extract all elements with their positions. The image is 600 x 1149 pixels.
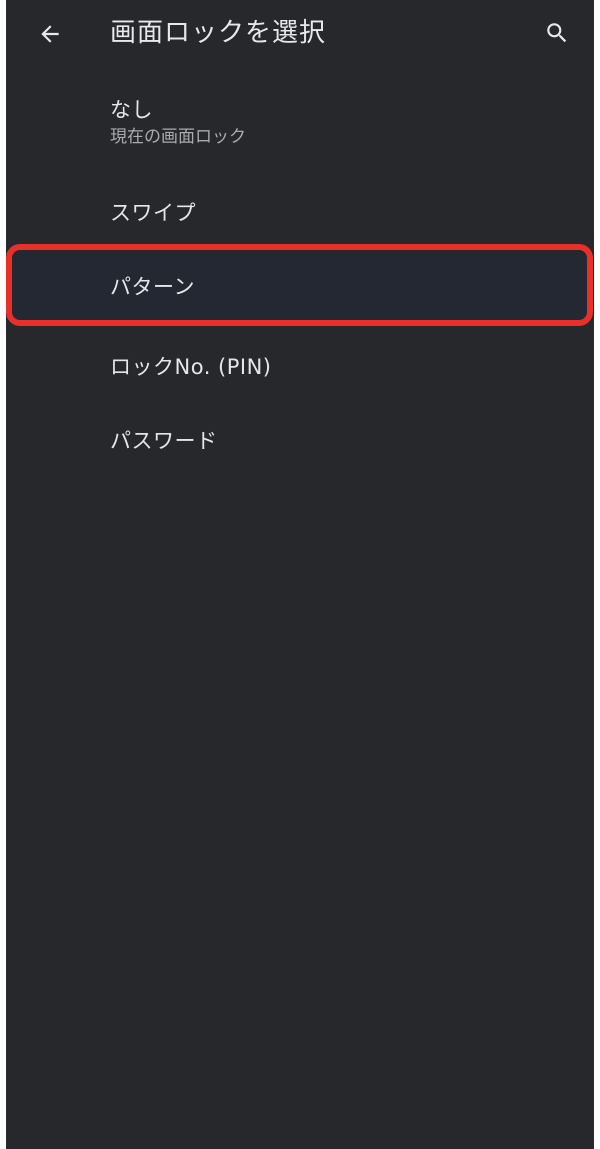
option-pin-label: ロックNo. (PIN) <box>110 355 272 379</box>
option-none-summary: 現在の画面ロック <box>110 127 246 147</box>
option-pattern-label: パターン <box>110 275 195 299</box>
option-pin[interactable]: ロックNo. (PIN) <box>6 340 594 396</box>
search-button[interactable] <box>537 13 577 53</box>
option-none[interactable]: なし 現在の画面ロック <box>6 86 594 162</box>
arrow-left-icon <box>41 25 59 43</box>
option-pattern[interactable]: パターン <box>6 254 594 320</box>
app-bar: 画面ロックを選択 <box>6 0 594 68</box>
option-swipe-label: スワイプ <box>110 201 196 225</box>
option-password-label: パスワード <box>110 429 218 453</box>
screen: 画面ロックを選択 なし 現在の画面ロック スワイプ パターン ロックNo. (P… <box>6 0 594 1149</box>
search-icon <box>547 23 567 43</box>
option-swipe[interactable]: スワイプ <box>6 186 594 242</box>
back-button[interactable] <box>30 14 70 54</box>
option-none-label: なし <box>110 98 153 122</box>
page-title: 画面ロックを選択 <box>110 18 327 48</box>
option-password[interactable]: パスワード <box>6 414 594 470</box>
